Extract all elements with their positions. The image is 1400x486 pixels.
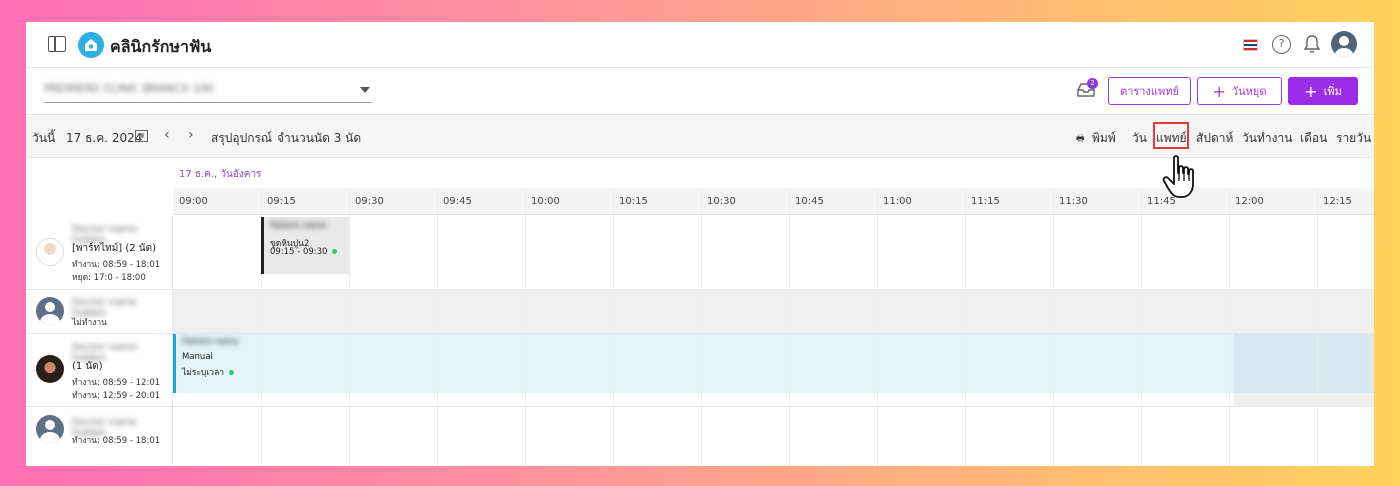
view-agenda[interactable]: รายวัน: [1336, 129, 1371, 148]
app-title: คลินิกรักษาฟัน: [110, 37, 212, 56]
top-bar: คลินิกรักษาฟัน ?: [26, 22, 1374, 68]
time-tick: 11:30: [1059, 196, 1088, 207]
doctor-avatar: [36, 297, 64, 325]
appointment-time: ไม่ระบุเวลา: [182, 368, 225, 378]
time-tick: 09:15: [267, 196, 296, 207]
doctor-status: ไม่ทำงาน: [72, 318, 107, 328]
time-tick: 12:15: [1323, 196, 1352, 207]
thai-flag-icon[interactable]: [1243, 39, 1258, 51]
add-button[interactable]: + เพิ่ม: [1288, 77, 1358, 105]
appointment-treatment[interactable]: Manual: [182, 352, 213, 362]
today-button[interactable]: วันนี้: [32, 129, 55, 148]
time-tick: 11:15: [971, 196, 1000, 207]
user-avatar[interactable]: [1331, 31, 1357, 57]
plus-icon: +: [1304, 81, 1318, 101]
grid-line: [877, 188, 878, 466]
schedule-date-label: 17 ธ.ค., วันอังคาร: [179, 169, 262, 180]
grid-line: [1317, 188, 1318, 466]
appointment-patient: Patient name: [182, 337, 239, 347]
view-day[interactable]: วัน: [1132, 129, 1147, 148]
grid-line: [701, 188, 702, 466]
doctor-hours: ทำงาน: 08:59 - 18:01: [72, 436, 161, 446]
row-separator: [26, 289, 1374, 290]
row-separator: [26, 333, 1374, 334]
bell-icon[interactable]: [1303, 34, 1321, 58]
prev-button[interactable]: ‹: [164, 127, 170, 143]
sidebar-toggle-icon[interactable]: [48, 36, 66, 52]
doctor-avatar: [36, 415, 64, 443]
doctor-status: [พาร์ทไทม์] (2 นัด): [72, 243, 157, 254]
doctor-avatar: [36, 238, 64, 266]
doctor-status: (1 นัด): [72, 361, 103, 372]
working-row-break: [1234, 334, 1374, 393]
equipment-summary-link[interactable]: สรุปอุปกรณ์: [211, 129, 272, 148]
branch-select[interactable]: PREMIERE CLINIC BRANCH 100: [44, 79, 372, 103]
doctor-hours: ทำงาน: 08:59 - 18:01: [72, 260, 161, 270]
break-shade: [1234, 393, 1374, 407]
next-button[interactable]: ›: [188, 127, 194, 143]
appointment-time-row: 09:15 - 09:30: [270, 247, 338, 257]
time-tick: 11:00: [883, 196, 912, 207]
appointment-time-row: ไม่ระบุเวลา: [182, 365, 235, 379]
grid-line: [349, 188, 350, 466]
holiday-label: วันหยุด: [1231, 85, 1267, 98]
off-duty-row: [173, 290, 1374, 333]
app-window: คลินิกรักษาฟัน ? PREMIERE CLINIC BRANCH …: [26, 22, 1374, 466]
view-workweek[interactable]: วันทำงาน: [1242, 129, 1292, 148]
grid-line: [437, 188, 438, 466]
view-month[interactable]: เดือน: [1300, 129, 1327, 148]
current-date: 17 ธ.ค. 2024: [66, 131, 143, 145]
branch-select-value: PREMIERE CLINIC BRANCH 100: [44, 82, 214, 95]
inbox-badge: 2: [1087, 78, 1098, 89]
grid-line: [1229, 188, 1230, 466]
clinic-logo-icon: [78, 32, 104, 58]
hand-cursor-icon: [1162, 154, 1202, 204]
time-tick: 09:00: [179, 196, 208, 207]
appointment-patient: Patient name: [270, 221, 327, 231]
chevron-down-icon: [360, 87, 370, 93]
status-dot-icon: [229, 370, 235, 375]
grid-line: [1141, 188, 1142, 466]
appointment-card[interactable]: Patient name ขูดหินปูน2 09:15 - 09:30: [261, 217, 349, 274]
row-separator: [26, 406, 1374, 407]
doctor-hours: ทำงาน: 12:59 - 20:01: [72, 391, 161, 401]
doctor-schedule-label: ตารางแพทย์: [1120, 85, 1179, 98]
appointment-count: จำนวนนัด 3 นัด: [277, 131, 362, 145]
grid-line: [613, 188, 614, 466]
add-holiday-button[interactable]: + วันหยุด: [1197, 77, 1282, 105]
help-icon[interactable]: ?: [1272, 35, 1291, 54]
grid-line: [965, 188, 966, 466]
doctor-schedule-button[interactable]: ตารางแพทย์: [1108, 77, 1191, 105]
doctor-hours: ทำงาน: 08:59 - 12:01: [72, 378, 161, 388]
time-tick: 09:30: [355, 196, 384, 207]
branch-toolbar: PREMIERE CLINIC BRANCH 100 2 ตารางแพทย์ …: [26, 69, 1374, 115]
time-tick: 10:00: [531, 196, 560, 207]
status-dot-icon: [332, 249, 338, 254]
appointment-time: 09:15 - 09:30: [270, 247, 328, 257]
calendar-icon[interactable]: ▦: [135, 130, 148, 142]
print-button[interactable]: พิมพ์: [1092, 129, 1116, 148]
time-tick: 10:30: [707, 196, 736, 207]
printer-icon[interactable]: 🖶: [1076, 131, 1085, 147]
time-tick: 10:45: [795, 196, 824, 207]
time-tick: 10:15: [619, 196, 648, 207]
active-view-highlight: [1153, 122, 1189, 149]
grid-line: [789, 188, 790, 466]
appointment-card-marker[interactable]: [173, 334, 176, 393]
doctor-break: หยุด: 17:0 - 18:00: [72, 273, 146, 283]
doctor-avatar: [36, 355, 64, 383]
view-week[interactable]: สัปดาห์: [1196, 129, 1233, 148]
grid-line: [1053, 188, 1054, 466]
calendar-toolbar: วันนี้ 17 ธ.ค. 2024 ▦ ‹ › สรุปอุปกรณ์ จำ…: [26, 116, 1374, 158]
grid-line: [525, 188, 526, 466]
time-tick: 09:45: [443, 196, 472, 207]
plus-icon: +: [1212, 81, 1226, 101]
working-row-highlight: [173, 334, 1234, 393]
add-label: เพิ่ม: [1323, 85, 1342, 98]
time-tick: 12:00: [1235, 196, 1264, 207]
